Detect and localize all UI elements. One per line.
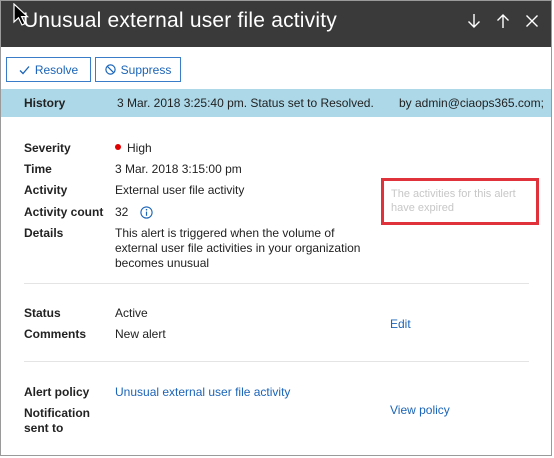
activity-value: External user file activity [115, 183, 245, 197]
mouse-pointer-icon [13, 3, 30, 26]
expired-callout: The activities for this alert have expir… [381, 178, 539, 225]
panel-header: Unusual external user file activity [1, 1, 551, 47]
history-bar: History 3 Mar. 2018 3:25:40 pm. Status s… [1, 89, 551, 117]
suppress-button[interactable]: Suppress [95, 57, 181, 82]
notification-label: Notification [24, 406, 90, 420]
history-author: by admin@ciaops365.com; [399, 96, 544, 110]
edit-link[interactable]: Edit [390, 317, 411, 331]
prohibited-icon [104, 64, 116, 75]
arrow-down-icon [468, 14, 480, 28]
section-divider [24, 283, 529, 284]
time-label: Time [24, 162, 52, 176]
history-entry: 3 Mar. 2018 3:25:40 pm. Status set to Re… [117, 96, 374, 110]
arrow-up-icon [497, 14, 509, 28]
severity-value: High [127, 141, 152, 155]
next-alert-button[interactable] [463, 10, 485, 32]
time-value: 3 Mar. 2018 3:15:00 pm [115, 162, 242, 176]
checkmark-icon [19, 65, 30, 74]
expired-message: The activities for this alert have expir… [391, 188, 516, 214]
activity-count-value: 32 [115, 205, 129, 219]
activity-label: Activity [24, 183, 68, 197]
activity-count-row: 32 [115, 205, 153, 219]
status-label: Status [24, 306, 61, 320]
notification-label-sent-to: sent to [24, 421, 64, 435]
alert-policy-label: Alert policy [24, 385, 90, 399]
alert-details-panel: Unusual external user file activity Reso… [0, 0, 552, 456]
section-divider [24, 361, 529, 362]
previous-alert-button[interactable] [492, 10, 514, 32]
severity-label: Severity [24, 141, 71, 155]
resolve-label: Resolve [34, 62, 79, 77]
status-value: Active [115, 306, 148, 320]
view-policy-link[interactable]: View policy [390, 403, 450, 417]
close-button[interactable] [521, 10, 543, 32]
resolve-button[interactable]: Resolve [6, 57, 91, 82]
history-label: History [24, 96, 66, 110]
panel-title: Unusual external user file activity [23, 9, 337, 32]
suppress-label: Suppress [120, 62, 172, 77]
details-label: Details [24, 226, 64, 240]
comments-value: New alert [115, 327, 166, 341]
details-value: This alert is triggered when the volume … [115, 226, 361, 270]
alert-policy-link[interactable]: Unusual external user file activity [115, 385, 290, 399]
info-icon[interactable] [140, 206, 153, 219]
activity-count-label: Activity count [24, 205, 104, 219]
severity-value-row: High [115, 141, 152, 155]
comments-label: Comments [24, 327, 87, 341]
severity-dot-icon [115, 144, 121, 150]
close-icon [526, 15, 538, 27]
